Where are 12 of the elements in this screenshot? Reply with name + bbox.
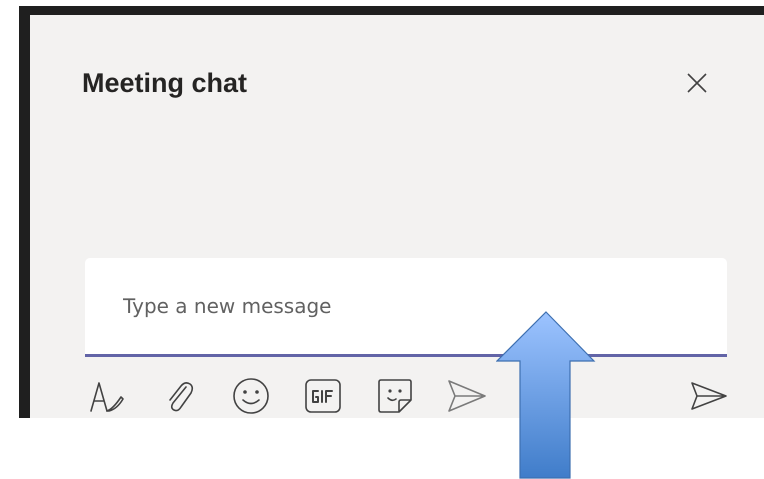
emoji-button[interactable] <box>231 378 271 414</box>
panel-title: Meeting chat <box>82 68 248 99</box>
send-icon <box>690 381 728 412</box>
gif-button[interactable] <box>303 378 343 414</box>
text-format-icon <box>89 379 125 414</box>
smiley-icon <box>232 377 270 416</box>
share-button[interactable] <box>447 378 487 414</box>
message-field[interactable]: Type a new message <box>121 292 691 319</box>
gif-icon <box>304 378 342 414</box>
paper-plane-icon <box>447 379 487 414</box>
sticker-button[interactable] <box>375 378 415 414</box>
sticker-icon <box>377 378 413 414</box>
